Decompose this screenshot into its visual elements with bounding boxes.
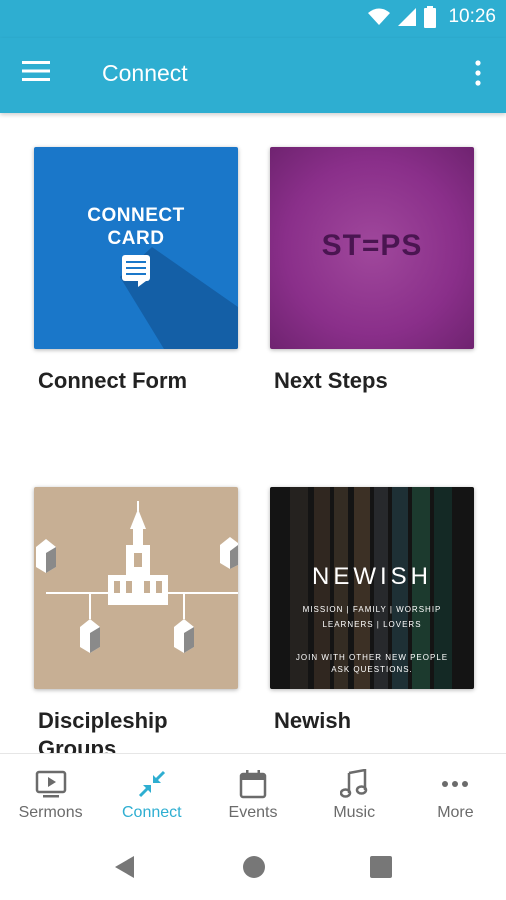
nav-item-more[interactable]: More (405, 754, 506, 836)
card-connect-form[interactable]: CONNECT CARD Connect Form (34, 147, 238, 395)
card-next-steps[interactable]: ST=PS Next Steps (270, 147, 474, 395)
page-title: Connect (102, 60, 188, 86)
nav-item-music[interactable]: Music (304, 754, 405, 836)
home-icon[interactable] (242, 855, 266, 879)
chat-bubble-icon (122, 255, 150, 287)
status-bar: 10:26 (0, 0, 506, 38)
status-icons: 10:26 (368, 6, 496, 28)
card-label: Next Steps (274, 368, 388, 393)
next-steps-image: ST=PS (270, 147, 474, 349)
back-icon[interactable] (114, 855, 136, 879)
card-newish[interactable]: NEWISH MISSION | FAMILY | WORSHIP LEARNE… (270, 487, 474, 735)
signal-icon (398, 8, 417, 26)
more-vert-icon (475, 60, 481, 86)
overflow-menu-button[interactable] (470, 58, 486, 92)
newish-line2: LEARNERS | LOVERS (322, 620, 422, 629)
menu-button[interactable] (22, 60, 54, 90)
discipleship-image (34, 487, 238, 689)
nav-item-connect[interactable]: Connect (101, 754, 202, 836)
more-horiz-icon (442, 781, 469, 787)
recents-icon[interactable] (370, 856, 392, 878)
music-note-icon (340, 769, 368, 798)
next-steps-logo-text: ST=PS (321, 229, 423, 262)
connect-arrows-icon (138, 770, 165, 798)
card-discipleship-groups[interactable]: Discipleship Groups (34, 487, 238, 753)
newish-line3: JOIN WITH OTHER NEW PEOPLE (295, 653, 449, 662)
nav-label: Music (333, 804, 376, 821)
connect-card-image: CONNECT CARD (34, 147, 238, 349)
system-navigation-bar (0, 835, 506, 900)
bottom-navigation: Sermons Connect Events Music More (0, 753, 506, 836)
nav-item-sermons[interactable]: Sermons (0, 754, 101, 836)
newish-image: NEWISH MISSION | FAMILY | WORSHIP LEARNE… (270, 487, 474, 689)
card-label: Discipleship Groups (38, 708, 168, 753)
newish-line1: MISSION | FAMILY | WORSHIP (302, 605, 442, 614)
tv-play-icon (35, 770, 66, 798)
nav-item-events[interactable]: Events (202, 754, 303, 836)
newish-line4: ASK QUESTIONS. (331, 665, 413, 674)
newish-title: NEWISH (312, 563, 432, 590)
wifi-icon (368, 8, 391, 25)
status-time: 10:26 (448, 6, 496, 27)
nav-label: Connect (122, 804, 182, 821)
card-label: Newish (274, 708, 352, 733)
nav-label: More (437, 804, 474, 821)
connect-card-line1: CONNECT (87, 205, 185, 226)
nav-label: Sermons (18, 804, 83, 821)
connect-grid: CONNECT CARD Connect Form ST=PS Next Ste… (0, 113, 506, 753)
battery-icon (424, 6, 437, 28)
hamburger-icon (22, 61, 50, 81)
app-bar: Connect (0, 38, 506, 113)
card-label: Connect Form (38, 368, 188, 393)
calendar-icon (239, 770, 267, 799)
nav-label: Events (228, 804, 278, 821)
connect-card-line2: CARD (107, 228, 165, 249)
